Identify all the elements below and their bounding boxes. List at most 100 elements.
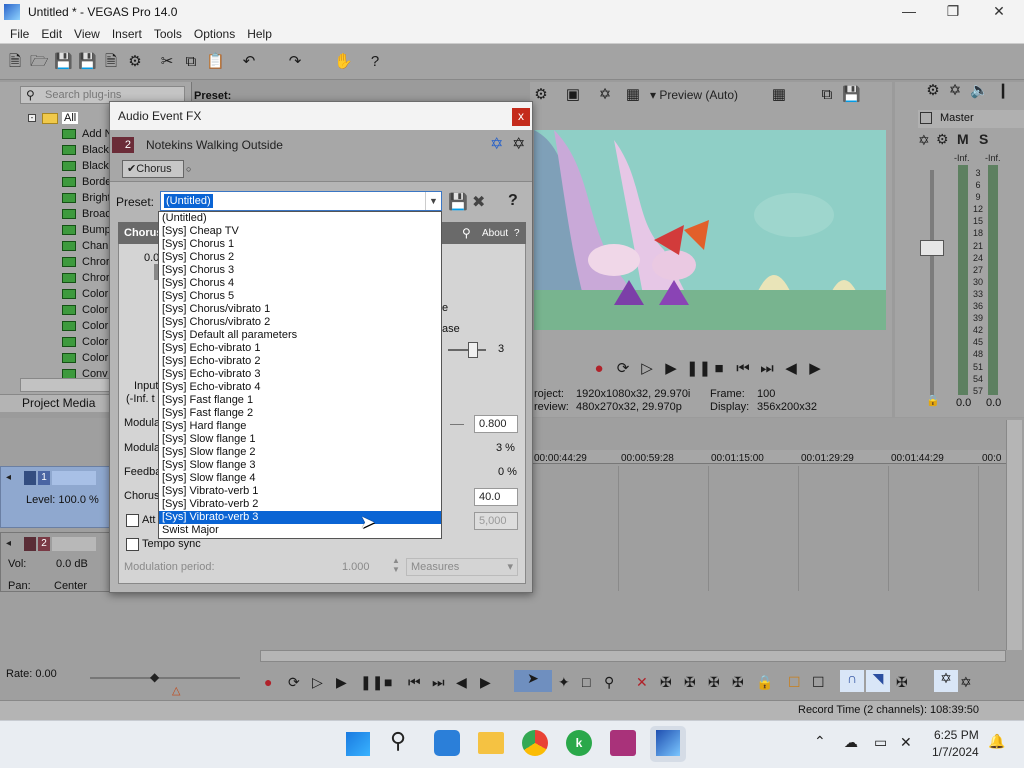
preset-option[interactable]: (Untitled)	[159, 212, 441, 225]
new-icon[interactable]: 🗎	[6, 53, 24, 71]
tempo-sync-checkbox[interactable]	[126, 538, 139, 551]
trim-start-icon[interactable]: ✠	[684, 674, 696, 690]
tray-volume-icon[interactable]: ✕	[900, 734, 912, 751]
grid-overlay-icon[interactable]: ▦	[770, 86, 788, 104]
preset-option[interactable]: [Sys] Echo-vibrato 3	[159, 368, 441, 381]
preset-option[interactable]: [Sys] Slow flange 4	[159, 472, 441, 485]
next-frame-icon[interactable]: ▶	[806, 360, 824, 378]
remove-plugin-icon[interactable]: ✡	[512, 134, 525, 154]
taskbar-time[interactable]: 6:25 PM	[934, 728, 979, 742]
ripple-edit-icon[interactable]: ✠	[896, 674, 908, 690]
preset-option[interactable]: [Sys] Vibrato-verb 2	[159, 498, 441, 511]
stop-icon[interactable]: ■	[710, 360, 728, 378]
preview-quality-dropdown[interactable]: ▾ Preview (Auto)	[650, 88, 738, 102]
feedback-value[interactable]: 0 %	[498, 466, 517, 478]
go-to-start-icon[interactable]: ⏮	[734, 360, 752, 378]
master-fx-icon-2[interactable]: ✡	[918, 132, 930, 149]
tray-network-icon[interactable]: ☁	[844, 734, 858, 751]
preset-option[interactable]: [Sys] Chorus 2	[159, 251, 441, 264]
master-fader-handle[interactable]	[920, 240, 944, 256]
snapping-icon[interactable]: ∩	[840, 670, 864, 692]
menu-insert[interactable]: Insert	[106, 27, 148, 41]
end-button-icon[interactable]: ⏭	[432, 674, 445, 690]
master-fx-icon[interactable]: ✡	[946, 82, 964, 100]
preset-option[interactable]: [Sys] Hard flange	[159, 420, 441, 433]
delete-icon[interactable]: ✕	[636, 674, 648, 690]
preview-overlay-icon[interactable]: ▦	[624, 86, 642, 104]
modulation-rate-value[interactable]: 0.800	[474, 415, 518, 433]
taskbar-search-icon[interactable]: ⚲	[390, 728, 406, 754]
next-frame-button-icon[interactable]: ▶	[480, 674, 491, 690]
tray-chevron-icon[interactable]: ⌃	[814, 733, 826, 750]
preset-dropdown[interactable]: (Untitled) ▼	[160, 191, 442, 211]
preset-option[interactable]: [Sys] Chorus/vibrato 2	[159, 316, 441, 329]
marker-icon[interactable]: ☐	[788, 674, 801, 690]
prev-frame-button-icon[interactable]: ◀	[456, 674, 467, 690]
menu-view[interactable]: View	[68, 27, 106, 41]
loop-icon[interactable]: ⟳	[288, 674, 300, 690]
menu-options[interactable]: Options	[188, 27, 241, 41]
lock-event-icon[interactable]: 🔒	[756, 674, 773, 690]
preset-option[interactable]: [Sys] Echo-vibrato 2	[159, 355, 441, 368]
save-icon[interactable]: 💾	[54, 53, 73, 71]
preset-option[interactable]: [Sys] Chorus 5	[159, 290, 441, 303]
track-collapse-icon[interactable]: ◂	[6, 472, 11, 483]
timeline-vertical-scrollbar[interactable]	[1006, 420, 1022, 650]
preview-settings-gear-icon[interactable]: ⚙	[532, 86, 550, 104]
chevron-down-icon[interactable]: ▼	[425, 192, 441, 210]
envelope-tool-icon[interactable]: ✦	[558, 674, 570, 690]
winrar-icon[interactable]	[610, 730, 636, 756]
save-as-icon[interactable]: 💾	[78, 53, 97, 71]
track-2-name[interactable]	[52, 537, 96, 551]
start-button-icon[interactable]: ⏮	[408, 674, 421, 690]
preset-option[interactable]: [Sys] Vibrato-verb 3	[159, 511, 441, 524]
previous-frame-icon[interactable]: ◀	[782, 360, 800, 378]
menu-file[interactable]: File	[4, 27, 35, 41]
split-screen-icon[interactable]: ✡	[596, 86, 614, 104]
menu-help[interactable]: Help	[241, 27, 278, 41]
undo-icon[interactable]: ↶	[240, 53, 258, 71]
preset-option[interactable]: [Sys] Fast flange 1	[159, 394, 441, 407]
preset-option[interactable]: [Sys] Chorus 4	[159, 277, 441, 290]
preset-option[interactable]: [Sys] Chorus 1	[159, 238, 441, 251]
split-icon[interactable]: ✠	[732, 674, 744, 690]
preset-option[interactable]: Swist Major	[159, 524, 441, 537]
menu-edit[interactable]: Edit	[35, 27, 68, 41]
preset-option[interactable]: [Sys] Echo-vibrato 4	[159, 381, 441, 394]
region-icon[interactable]: ☐	[812, 674, 825, 690]
event-pan-crop-icon[interactable]: ✡	[934, 670, 958, 692]
hand-icon[interactable]: ✋	[334, 53, 353, 71]
stages-slider-handle[interactable]	[468, 342, 478, 358]
master-fx-button[interactable]	[920, 112, 932, 124]
about-help[interactable]: ?	[514, 228, 520, 239]
trim-end-icon[interactable]: ✠	[708, 674, 720, 690]
minimize-button[interactable]: —	[886, 0, 932, 24]
play-from-start-button-icon[interactable]: ▷	[312, 674, 323, 690]
render-icon[interactable]: 🗎	[102, 53, 120, 71]
track-1-level[interactable]: Level: 100.0 %	[26, 494, 99, 506]
lock-icon[interactable]: 🔒	[926, 394, 940, 407]
zoom-tool-icon[interactable]: ⚲	[604, 674, 614, 690]
trim-icon[interactable]: ✠	[660, 674, 672, 690]
preset-option[interactable]: [Sys] Slow flange 2	[159, 446, 441, 459]
redo-icon[interactable]: ↷	[286, 53, 304, 71]
chain-item-chorus[interactable]: ✔Chorus	[122, 160, 184, 178]
paste-icon[interactable]: 📋	[206, 53, 225, 71]
go-to-end-icon[interactable]: ⏭	[758, 360, 776, 378]
preview-device-icon[interactable]: ▣	[564, 86, 582, 104]
normal-edit-tool-icon[interactable]: ➤	[514, 670, 552, 692]
selection-tool-icon[interactable]: □	[582, 674, 590, 690]
preset-option[interactable]: [Sys] Slow flange 3	[159, 459, 441, 472]
preset-option[interactable]: [Sys] Cheap TV	[159, 225, 441, 238]
master-mute-button[interactable]: M	[957, 131, 969, 147]
preset-option[interactable]: [Sys] Slow flange 1	[159, 433, 441, 446]
tab-project-media[interactable]: Project Media	[22, 396, 95, 410]
track-collapse-icon-2[interactable]: ◂	[6, 538, 11, 549]
master-settings-icon[interactable]: ❙	[994, 82, 1012, 100]
play-icon[interactable]: ▶	[662, 360, 680, 378]
copy-snapshot-icon[interactable]: ⧉	[818, 86, 836, 104]
loop-playback-icon[interactable]: ⟳	[614, 360, 632, 378]
preset-option[interactable]: [Sys] Chorus/vibrato 1	[159, 303, 441, 316]
collapse-icon[interactable]: -	[28, 114, 36, 122]
plugin-chain-icon[interactable]: ✡	[490, 134, 503, 154]
